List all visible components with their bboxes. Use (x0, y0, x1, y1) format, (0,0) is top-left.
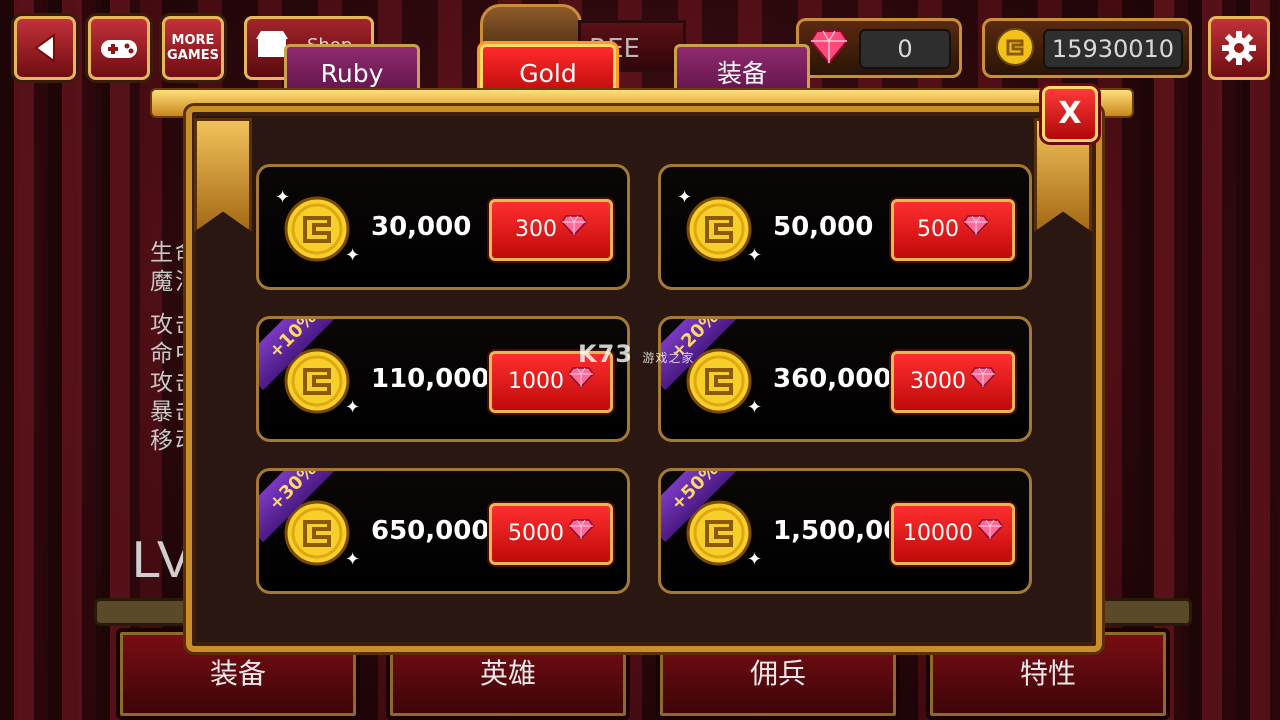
more-games-label: MORE GAMES (167, 33, 219, 63)
gold-coin-icon (995, 27, 1035, 71)
ruby-icon (977, 506, 1003, 562)
buy-button[interactable]: 300 (489, 199, 613, 261)
gold-amount: 1,500,000 (773, 516, 920, 546)
sparkle-icon: ✦ (345, 397, 361, 418)
price-label: 500 (917, 217, 959, 242)
sparkle-icon: ✦ (747, 245, 763, 266)
sparkle-icon: ✦ (345, 549, 361, 570)
close-button[interactable]: X (1042, 86, 1098, 142)
gold-package-card: ✦✦650,0005000+30% (256, 468, 630, 594)
ruby-icon (561, 202, 587, 258)
settings-button[interactable] (1208, 16, 1270, 80)
sparkle-icon: ✦ (275, 187, 291, 208)
gold-package-card: ✦✦1,500,00010000+50% (658, 468, 1032, 594)
price-label: 10000 (903, 521, 973, 546)
ruby-icon (963, 202, 989, 258)
price-label: 5000 (508, 521, 564, 546)
gamepad-icon (101, 40, 137, 58)
level-label: LV (132, 531, 192, 589)
sparkle-icon: ✦ (747, 549, 763, 570)
buy-button[interactable]: 5000 (489, 503, 613, 565)
buy-button[interactable]: 500 (891, 199, 1015, 261)
price-label: 3000 (910, 369, 966, 394)
ruby-icon (568, 506, 594, 562)
back-button[interactable] (14, 16, 76, 80)
gold-package-card: ✦✦110,0001000+10% (256, 316, 630, 442)
gold-amount: 30,000 (371, 212, 472, 242)
gold-package-card: ✦✦360,0003000+20% (658, 316, 1032, 442)
ruby-count: 0 (859, 29, 951, 69)
gold-coin-icon: ✦✦ (275, 187, 361, 271)
gold-count: 15930010 (1043, 29, 1183, 69)
gamepad-button[interactable] (88, 16, 150, 80)
gold-counter: 15930010 (982, 18, 1192, 78)
sparkle-icon: ✦ (677, 187, 693, 208)
gold-amount: 360,000 (773, 364, 892, 394)
ruby-counter: 0 (796, 18, 962, 78)
ruby-icon (809, 27, 849, 69)
gold-amount: 50,000 (773, 212, 874, 242)
gold-amount: 110,000 (371, 364, 490, 394)
buy-button[interactable]: 10000 (891, 503, 1015, 565)
gold-package-card: ✦ ✦ 50,000 500 (658, 164, 1032, 290)
gold-amount: 650,000 (371, 516, 490, 546)
more-games-button[interactable]: MORE GAMES (162, 16, 224, 80)
sparkle-icon: ✦ (747, 397, 763, 418)
price-label: 1000 (508, 369, 564, 394)
price-label: 300 (515, 217, 557, 242)
watermark: K73 游戏之家 (578, 340, 695, 368)
gold-package-card: ✦ ✦ 30,000 300 (256, 164, 630, 290)
sparkle-icon: ✦ (345, 245, 361, 266)
ruby-icon (970, 354, 996, 410)
back-arrow-icon (34, 33, 55, 63)
gear-icon (1222, 31, 1256, 65)
buy-button[interactable]: 3000 (891, 351, 1015, 413)
gold-coin-icon: ✦✦ (677, 187, 763, 271)
